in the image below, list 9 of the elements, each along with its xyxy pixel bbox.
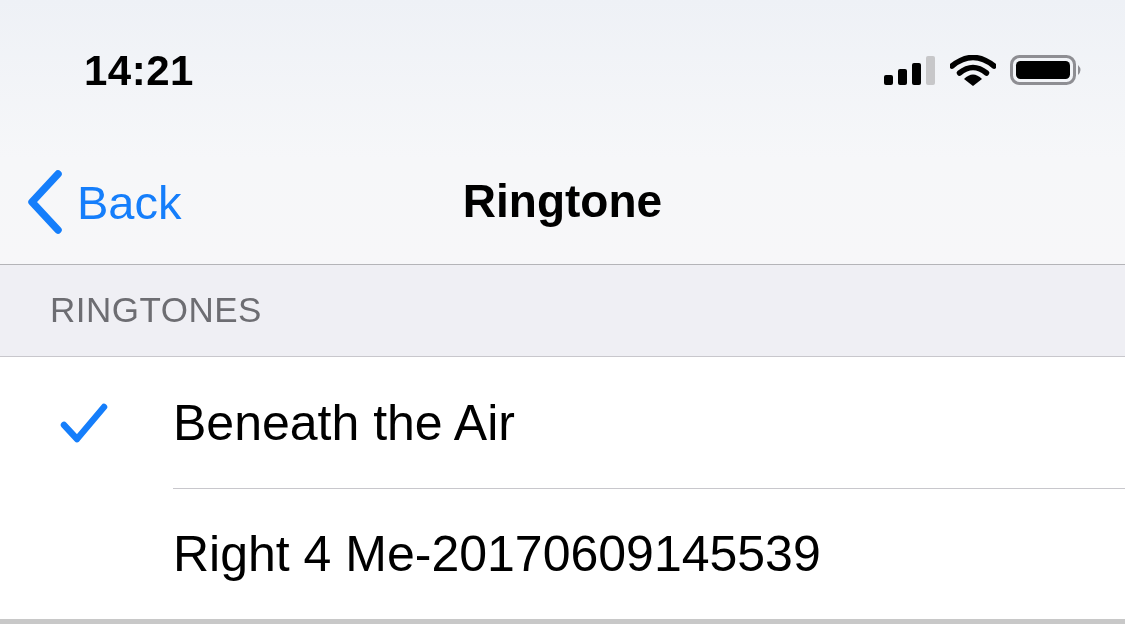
back-chevron-icon	[27, 170, 63, 234]
signal-icon	[884, 55, 936, 85]
nav-title: Ringtone	[462, 174, 663, 230]
checkmark-icon	[60, 403, 108, 443]
section-header: RINGTONES	[50, 289, 262, 332]
battery-icon	[1010, 55, 1083, 85]
wifi-icon	[950, 54, 996, 86]
back-button[interactable]: Back	[27, 170, 182, 234]
status-time: 14:21	[84, 45, 194, 96]
